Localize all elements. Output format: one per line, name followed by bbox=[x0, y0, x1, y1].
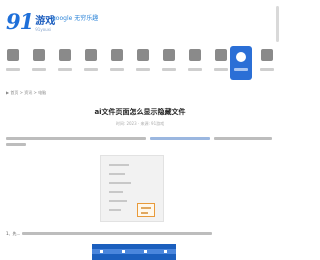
category-nav bbox=[0, 44, 280, 84]
nav-item[interactable] bbox=[54, 46, 76, 80]
paragraph-line bbox=[6, 143, 26, 146]
calendar-icon bbox=[163, 49, 175, 61]
more-icon bbox=[261, 49, 273, 61]
apple-icon bbox=[111, 49, 123, 61]
header-slogan: google 无穷乐趣 bbox=[52, 15, 99, 22]
article-meta: 时间: 2023 · 来源: 91游戏 bbox=[115, 121, 165, 126]
paragraph-line bbox=[6, 137, 146, 140]
bulb-icon bbox=[236, 52, 246, 62]
site-logo[interactable]: 91 游戏 91youxi bbox=[6, 9, 55, 34]
site-header: 91 游戏 91youxi google 无穷乐趣 bbox=[0, 0, 280, 42]
nav-item-label bbox=[230, 68, 252, 72]
nav-item[interactable] bbox=[158, 46, 180, 80]
nav-item[interactable] bbox=[230, 46, 252, 80]
article-screenshot bbox=[100, 155, 164, 222]
window-dot bbox=[164, 250, 167, 253]
android-icon bbox=[137, 49, 149, 61]
logo-number: 91 bbox=[6, 9, 34, 34]
caption-line bbox=[22, 232, 212, 235]
article-title: ai文件页面怎么显示隐藏文件 bbox=[94, 108, 186, 116]
option-line bbox=[141, 207, 151, 209]
nav-item-label bbox=[132, 68, 154, 72]
option-line bbox=[141, 212, 148, 214]
menu-line bbox=[109, 182, 131, 184]
nav-item-label bbox=[106, 68, 128, 72]
menu-line bbox=[109, 209, 121, 211]
nav-item-label bbox=[256, 68, 278, 72]
step-caption: 1、先... bbox=[6, 231, 21, 236]
window-dot bbox=[100, 250, 103, 253]
menu-line bbox=[109, 200, 127, 202]
grid-icon bbox=[59, 49, 71, 61]
window-dot bbox=[144, 250, 147, 253]
highlighted-menu-option bbox=[137, 203, 155, 217]
page-scrollbar[interactable] bbox=[276, 6, 279, 42]
nav-item-label bbox=[2, 68, 24, 72]
nav-item-label bbox=[210, 68, 232, 72]
nav-item-label bbox=[54, 68, 76, 72]
puzzle-icon bbox=[85, 49, 97, 61]
home-icon bbox=[7, 49, 19, 61]
nav-item[interactable] bbox=[184, 46, 206, 80]
menu-line bbox=[109, 173, 125, 175]
nav-item-label bbox=[158, 68, 180, 72]
nav-item[interactable] bbox=[132, 46, 154, 80]
nav-item[interactable] bbox=[28, 46, 50, 80]
logo-subname: 91youxi bbox=[35, 27, 52, 32]
nav-item[interactable] bbox=[256, 46, 278, 80]
news-icon bbox=[189, 49, 201, 61]
nav-item[interactable] bbox=[106, 46, 128, 80]
nav-item-label bbox=[184, 68, 206, 72]
nav-item[interactable] bbox=[210, 46, 232, 80]
window-dot bbox=[122, 250, 125, 253]
user-icon bbox=[215, 49, 227, 61]
gamepad-icon bbox=[33, 49, 45, 61]
paragraph-link[interactable] bbox=[150, 137, 210, 140]
paragraph-line bbox=[214, 137, 272, 140]
breadcrumb[interactable]: ▶ 首页 > 资讯 > 电脑 bbox=[6, 90, 46, 95]
article-screenshot-2 bbox=[92, 244, 176, 260]
menu-line bbox=[109, 191, 123, 193]
nav-item-label bbox=[80, 68, 102, 72]
menu-line bbox=[109, 164, 129, 166]
nav-item[interactable] bbox=[80, 46, 102, 80]
nav-item[interactable] bbox=[2, 46, 24, 80]
nav-item-label bbox=[28, 68, 50, 72]
